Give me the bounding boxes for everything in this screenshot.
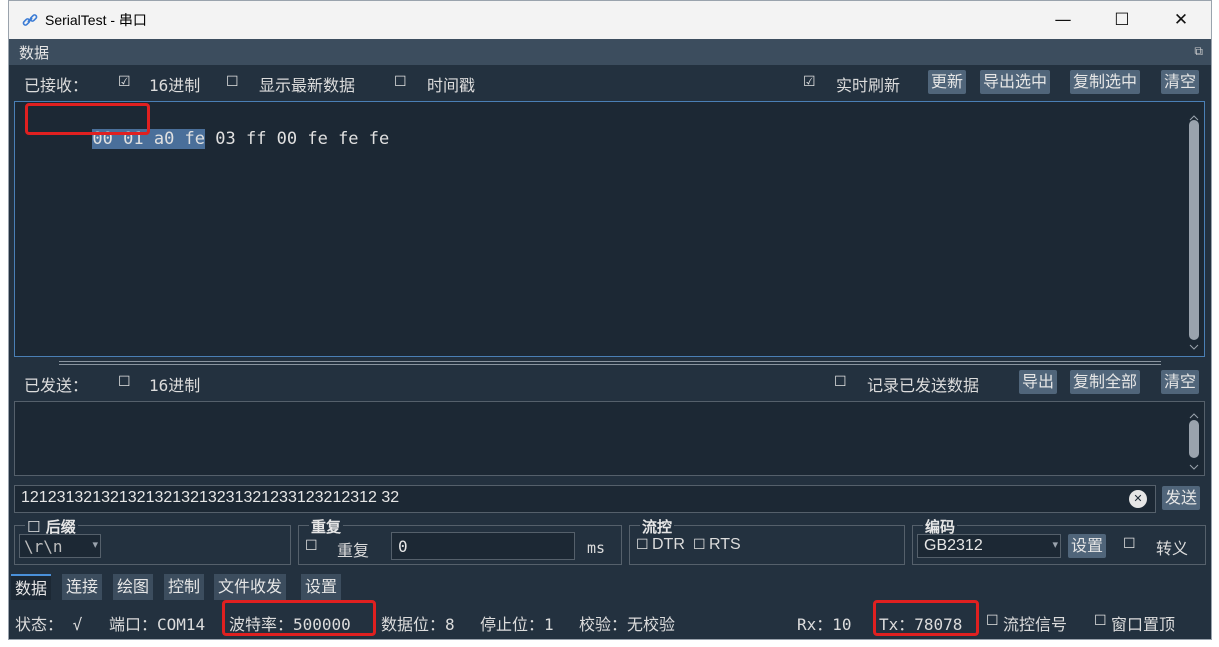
status-stopbits: 停止位：1 (480, 615, 554, 634)
highlight-baud-box (222, 600, 376, 636)
repeat-label: 重复 (337, 541, 370, 560)
window-title: SerialTest - 串口 (45, 12, 147, 28)
title-bar: SerialTest - 串口 — ☐ ✕ (9, 1, 1211, 39)
send-input[interactable]: 1212313213213213213213231321233123212312… (14, 485, 1156, 513)
status-databits: 数据位：8 (381, 615, 455, 634)
dock-title: 数据 (19, 44, 50, 62)
encoding-value: GB2312 (924, 537, 983, 554)
flow-signal-checkbox[interactable]: ☐ (986, 613, 999, 629)
encoding-combo[interactable]: GB2312 ▾ (917, 534, 1061, 558)
status-parity: 校验：无校验 (579, 615, 676, 634)
timestamp-label: 时间戳 (427, 76, 476, 95)
record-sent-label: 记录已发送数据 (867, 376, 980, 395)
highlight-selected-box (25, 103, 150, 135)
suffix-value: \r\n (24, 537, 63, 556)
repeat-group: 重复 ☐ 重复 0 ms (298, 516, 622, 565)
app-link-icon (22, 14, 38, 26)
tab-data[interactable]: 数据 (11, 574, 52, 600)
always-on-top-checkbox[interactable]: ☐ (1094, 613, 1107, 629)
undock-icon[interactable]: ⧉ (1194, 44, 1203, 59)
scroll-down-icon[interactable] (1187, 462, 1201, 472)
dock-header: 数据 ⧉ (9, 39, 1211, 65)
export-selected-button[interactable]: 导出选中 (980, 70, 1051, 94)
copy-all-button[interactable]: 复制全部 (1070, 370, 1141, 394)
repeat-interval-value[interactable]: 0 (398, 537, 408, 556)
highlight-tx-box (873, 600, 979, 636)
rts-checkbox[interactable]: ☐ (693, 537, 706, 553)
encoding-set-button[interactable]: 设置 (1068, 534, 1107, 558)
hex-label-received: 16进制 (149, 76, 201, 95)
maximize-button[interactable]: ☐ (1093, 1, 1151, 39)
latest-data-checkbox[interactable]: ☐ (226, 74, 239, 90)
always-on-top-label: 窗口置顶 (1111, 615, 1176, 634)
close-button[interactable]: ✕ (1152, 1, 1210, 39)
suffix-group: ☐ 后缀 \r\n ▾ (14, 516, 291, 565)
export-sent-button[interactable]: 导出 (1019, 370, 1058, 394)
clear-received-button[interactable]: 清空 (1161, 70, 1200, 94)
sent-scroll-thumb[interactable] (1189, 420, 1199, 458)
hex-checkbox-received[interactable]: ☑ (118, 74, 131, 90)
escape-checkbox[interactable]: ☐ (1123, 536, 1136, 552)
dtr-checkbox[interactable]: ☐ (636, 537, 649, 553)
flow-signal-label: 流控信号 (1003, 615, 1068, 634)
update-button[interactable]: 更新 (928, 70, 967, 94)
flow-control-group: 流控 ☐ DTR ☐ RTS (629, 516, 905, 565)
hex-label-sent: 16进制 (149, 376, 201, 395)
received-bytes[interactable]: 03 ff 00 fe fe fe (205, 129, 389, 149)
received-toolbar: 已接收： ☑ 16进制 ☐ 显示最新数据 ☐ 时间戳 ☑ 实时刷新 更新 导出选… (9, 68, 1211, 98)
realtime-refresh-checkbox[interactable]: ☑ (803, 74, 816, 90)
received-scroll-thumb[interactable] (1189, 120, 1199, 340)
encoding-group: 编码 GB2312 ▾ 设置 ☐ 转义 (912, 516, 1206, 565)
repeat-unit: ms (587, 539, 606, 557)
tab-connect[interactable]: 连接 (62, 574, 103, 600)
splitter-handle[interactable] (59, 361, 1161, 365)
dtr-label: DTR (652, 536, 685, 553)
timestamp-checkbox[interactable]: ☐ (394, 74, 407, 90)
tab-plot[interactable]: 绘图 (113, 574, 154, 600)
record-sent-checkbox[interactable]: ☐ (834, 374, 847, 390)
received-scrollbar[interactable] (1187, 108, 1201, 352)
escape-label: 转义 (1156, 539, 1189, 558)
repeat-interval-input[interactable]: 0 (391, 532, 575, 560)
scroll-down-icon[interactable] (1187, 342, 1201, 352)
copy-selected-button[interactable]: 复制选中 (1070, 70, 1141, 94)
tab-file-transfer[interactable]: 文件收发 (214, 574, 287, 600)
serialtest-window: SerialTest - 串口 — ☐ ✕ 数据 ⧉ 已接收： ☑ 16进制 ☐… (8, 0, 1212, 640)
flow-control-title: 流控 (640, 516, 675, 537)
chevron-down-icon[interactable]: ▾ (1052, 538, 1058, 551)
received-data-area[interactable]: 00 01 a0 fe 03 ff 00 fe fe fe (14, 101, 1205, 357)
sent-label: 已发送： (24, 376, 89, 395)
repeat-checkbox[interactable]: ☐ (305, 538, 318, 554)
clear-input-icon[interactable]: ✕ (1129, 490, 1147, 508)
suffix-combo[interactable]: \r\n ▾ (19, 534, 101, 558)
chevron-down-icon[interactable]: ▾ (92, 538, 98, 551)
status-port: 端口：COM14 (109, 615, 206, 634)
status-bar: 状态： √ 端口：COM14 波特率：500000 数据位：8 停止位：1 校验… (9, 600, 1211, 639)
tab-control[interactable]: 控制 (164, 574, 205, 600)
rts-label: RTS (709, 536, 741, 553)
minimize-button[interactable]: — (1034, 1, 1092, 39)
send-input-value[interactable]: 1212313213213213213213231321233123212312… (21, 489, 399, 507)
hex-checkbox-sent[interactable]: ☐ (118, 374, 131, 390)
tab-settings[interactable]: 设置 (301, 574, 342, 600)
sent-scrollbar[interactable] (1187, 406, 1201, 472)
received-label: 已接收： (24, 76, 89, 95)
sent-toolbar: 已发送： ☐ 16进制 ☐ 记录已发送数据 导出 复制全部 清空 (9, 368, 1211, 398)
repeat-title: 重复 (309, 516, 344, 537)
send-button[interactable]: 发送 (1162, 486, 1201, 510)
realtime-refresh-label: 实时刷新 (836, 76, 901, 95)
status-rx: Rx：10 (797, 615, 852, 634)
status-state: 状态： √ (15, 615, 83, 634)
clear-sent-button[interactable]: 清空 (1161, 370, 1200, 394)
latest-data-label: 显示最新数据 (259, 76, 356, 95)
sent-data-area[interactable] (14, 401, 1205, 476)
